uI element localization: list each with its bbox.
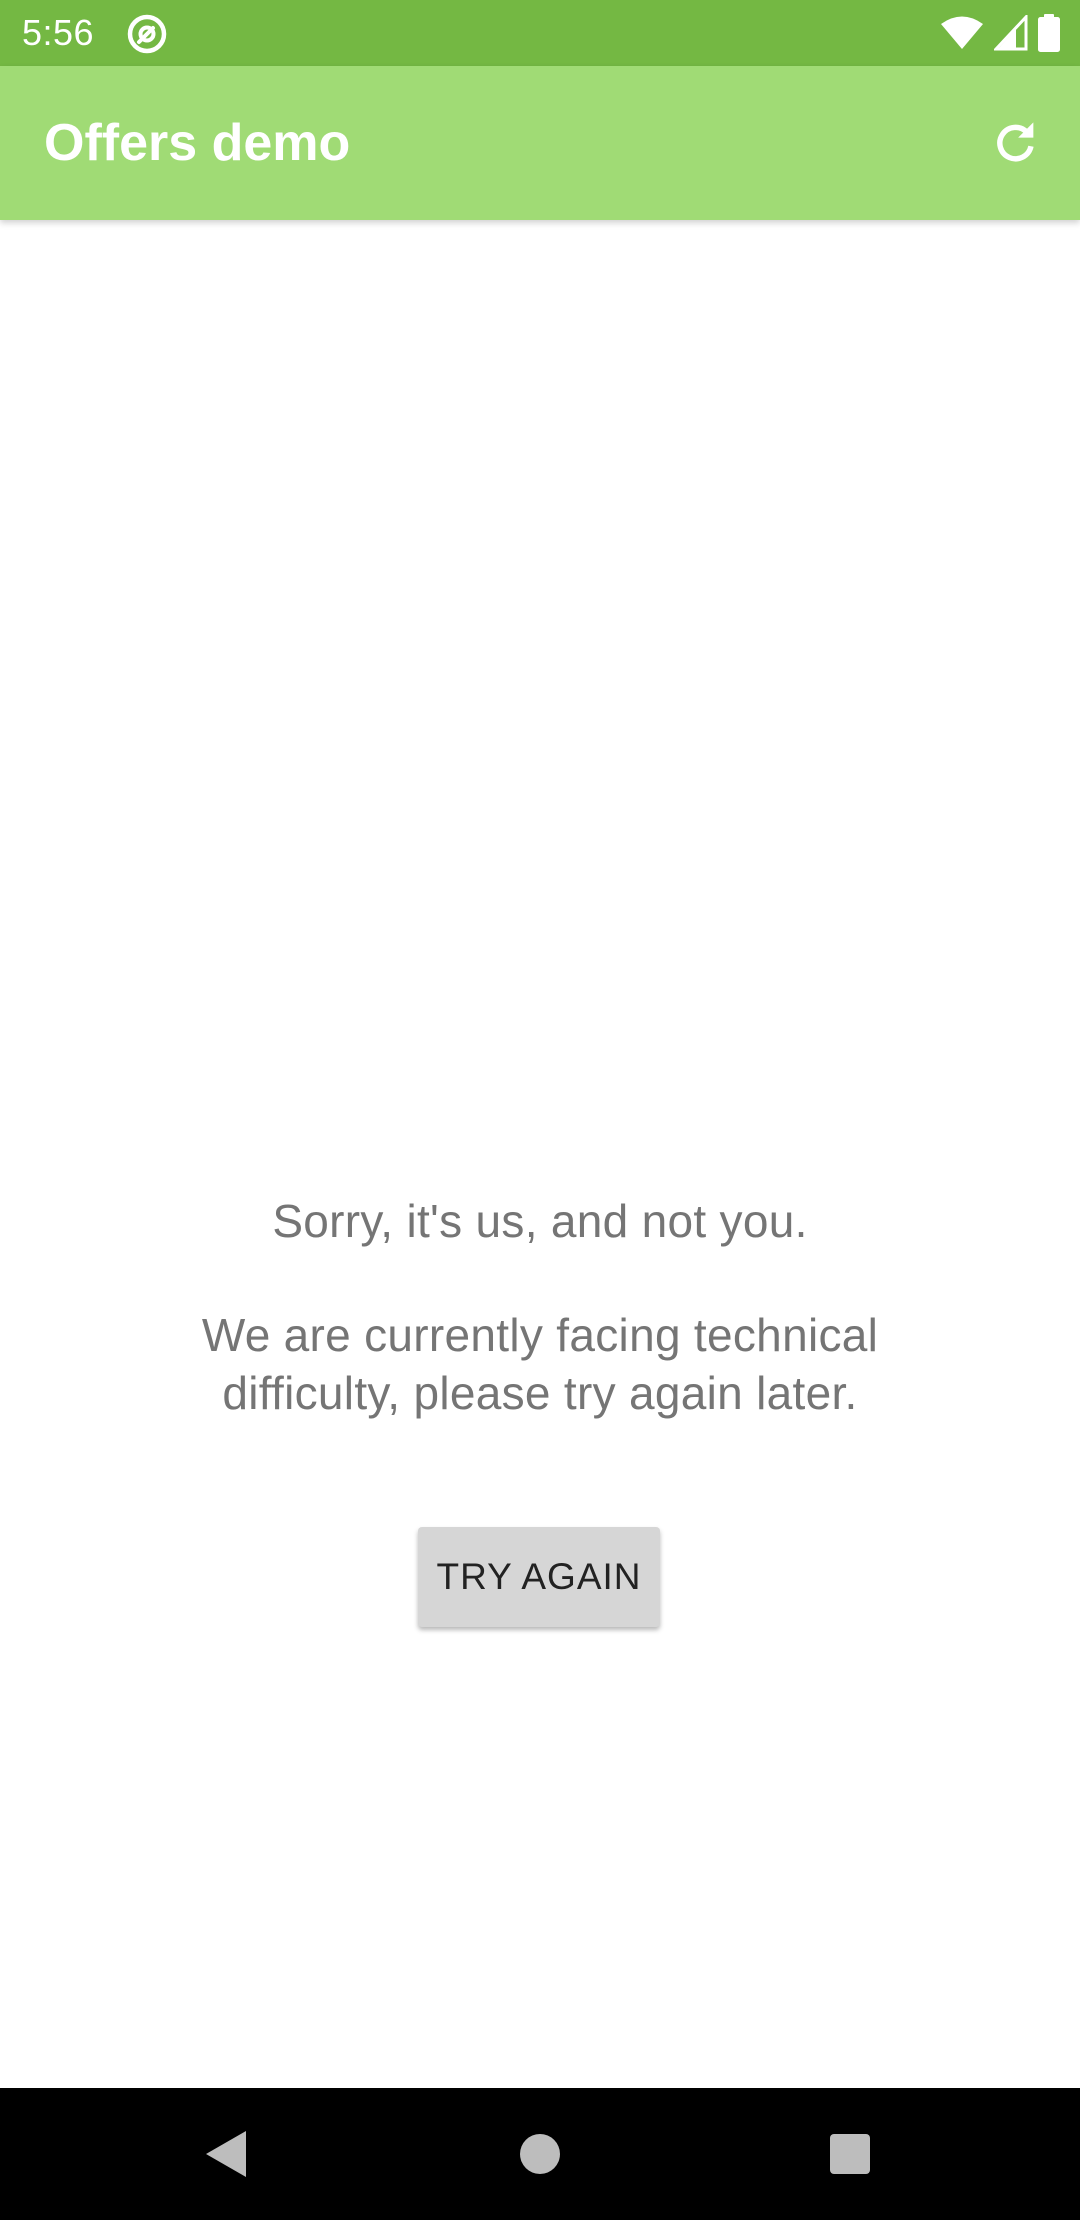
app-bar: Offers demo: [0, 66, 1080, 220]
battery-icon: [1038, 14, 1060, 52]
home-icon[interactable]: [520, 2134, 560, 2174]
error-message: We are currently facing technical diffic…: [201, 1309, 879, 1419]
try-again-button[interactable]: TRY AGAIN: [418, 1527, 660, 1627]
back-icon[interactable]: [204, 2129, 248, 2179]
refresh-icon: [997, 122, 1034, 162]
at-sign-app-icon: [127, 14, 167, 54]
refresh-button[interactable]: [976, 103, 1056, 183]
error-headline: Sorry, it's us, and not you.: [272, 1195, 808, 1247]
main-content: Sorry, it's us, and not you. We are curr…: [0, 220, 1080, 2088]
app-title: Offers demo: [44, 114, 351, 172]
system-nav-bar: [0, 2088, 1080, 2220]
status-icons: [940, 12, 1060, 54]
status-time: 5:56: [22, 12, 95, 53]
recents-icon[interactable]: [830, 2134, 870, 2174]
cell-signal-icon: [994, 15, 1028, 51]
status-bar: 5:56: [0, 0, 1080, 66]
wifi-icon: [941, 16, 983, 49]
